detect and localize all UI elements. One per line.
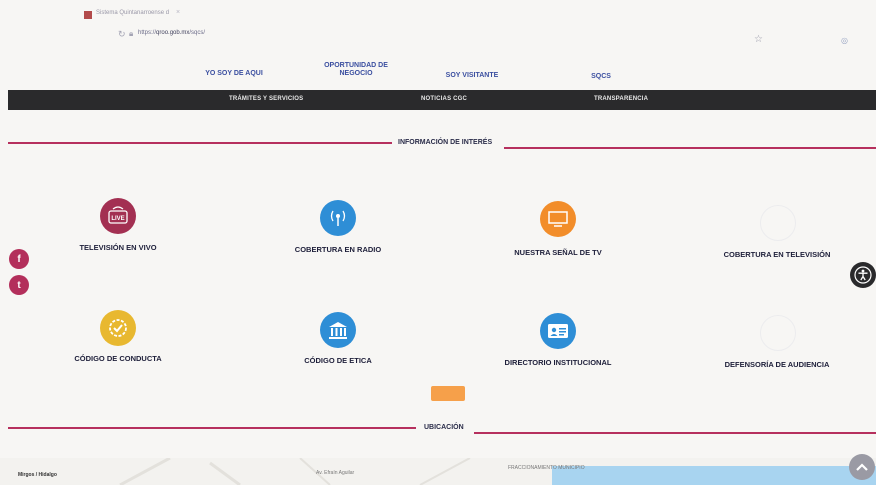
address-bar[interactable]: https://qroo.gob.mx/sqcs/ bbox=[138, 30, 205, 36]
nav-tramites-y-servicios[interactable]: TRÁMITES Y SERVICIOS bbox=[229, 96, 303, 102]
tile-label[interactable]: DEFENSORÍA DE AUDIENCIA bbox=[725, 360, 830, 369]
menu-label: NEGOCIO bbox=[339, 70, 373, 77]
section-divider-right bbox=[504, 147, 876, 149]
audience-icon bbox=[760, 315, 796, 351]
tab-close-icon[interactable]: × bbox=[176, 9, 180, 16]
view-more-button[interactable] bbox=[431, 386, 465, 401]
section-divider-left bbox=[8, 142, 392, 144]
url-host: qroo.gob.mx bbox=[156, 30, 190, 36]
accessibility-button[interactable] bbox=[850, 262, 876, 288]
extension-icon[interactable]: ◎ bbox=[841, 36, 848, 45]
map-place-label: Mirgos / Hidalgo bbox=[18, 472, 57, 478]
menu-soy-visitante[interactable]: SOY VISITANTE bbox=[434, 72, 510, 80]
url-prefix: https:// bbox=[138, 30, 157, 36]
building-icon bbox=[320, 312, 356, 348]
tile-label[interactable]: DIRECTORIO INSTITUCIONAL bbox=[505, 358, 612, 367]
chevron-up-icon bbox=[856, 463, 868, 471]
tile-cobertura-en-radio[interactable] bbox=[320, 200, 356, 236]
tile-label[interactable]: COBERTURA EN TELEVISIÓN bbox=[724, 250, 831, 259]
section-title-location: UBICACIÓN bbox=[424, 424, 464, 431]
menu-label: YO SOY DE AQUI bbox=[205, 70, 263, 77]
radio-antenna-icon bbox=[320, 200, 356, 236]
tile-label[interactable]: CÓDIGO DE CONDUCTA bbox=[74, 354, 161, 363]
tile-nuestra-senal-de-tv[interactable] bbox=[540, 201, 576, 237]
twitter-icon: t bbox=[17, 279, 21, 291]
tile-label[interactable]: COBERTURA EN RADIO bbox=[295, 245, 381, 254]
tv-coverage-icon bbox=[760, 205, 796, 241]
section-divider-right bbox=[474, 432, 876, 434]
nav-noticias-cgc[interactable]: NOTICIAS CGC bbox=[421, 96, 467, 102]
nav-transparencia[interactable]: TRANSPARENCIA bbox=[594, 96, 648, 102]
facebook-button[interactable]: f bbox=[9, 249, 29, 269]
tile-label[interactable]: TELEVISIÓN EN VIVO bbox=[79, 243, 156, 252]
map-district-label: FRACCIONAMIENTO MUNICIPIO bbox=[508, 465, 585, 471]
menu-yo-soy-de-aqui[interactable]: YO SOY DE AQUI bbox=[198, 70, 270, 78]
bookmark-star-icon[interactable]: ☆ bbox=[754, 34, 763, 45]
facebook-icon: f bbox=[17, 253, 21, 265]
id-card-icon bbox=[540, 313, 576, 349]
menu-label: OPORTUNIDAD DE bbox=[324, 62, 388, 69]
tile-codigo-de-etica[interactable] bbox=[320, 312, 356, 348]
tab-favicon bbox=[84, 11, 92, 19]
live-tv-icon: LIVE bbox=[100, 198, 136, 234]
lock-icon: 🔒︎ bbox=[129, 29, 134, 38]
tile-television-en-vivo[interactable]: LIVE bbox=[100, 198, 136, 234]
url-path: /sqcs/ bbox=[189, 30, 206, 36]
map-roads bbox=[119, 458, 471, 485]
twitter-button[interactable]: t bbox=[9, 275, 29, 295]
accessibility-icon bbox=[854, 266, 872, 284]
badge-check-icon bbox=[100, 310, 136, 346]
menu-oportunidad-de-negocio[interactable]: OPORTUNIDAD DE NEGOCIO bbox=[318, 62, 394, 78]
tile-label[interactable]: CÓDIGO DE ETICA bbox=[304, 356, 372, 365]
tile-label[interactable]: NUESTRA SEÑAL DE TV bbox=[514, 248, 602, 257]
svg-text:LIVE: LIVE bbox=[111, 216, 124, 222]
map-street-label: Av. Efraín Aguilar bbox=[316, 470, 355, 476]
tile-directorio-institucional[interactable] bbox=[540, 313, 576, 349]
reload-icon[interactable]: ↻ bbox=[118, 29, 126, 40]
section-title-info: INFORMACIÓN DE INTERÉS bbox=[398, 139, 493, 146]
browser-tab-title[interactable]: Sistema Quintanarroense d bbox=[96, 10, 169, 16]
tv-screen-icon bbox=[540, 201, 576, 237]
tile-codigo-de-conducta[interactable] bbox=[100, 310, 136, 346]
menu-sqcs[interactable]: SQCS bbox=[585, 73, 617, 81]
menu-label: SQCS bbox=[591, 73, 611, 80]
scroll-to-top-button[interactable] bbox=[849, 454, 875, 480]
menu-label: SOY VISITANTE bbox=[445, 72, 499, 79]
section-divider-left bbox=[8, 427, 416, 429]
